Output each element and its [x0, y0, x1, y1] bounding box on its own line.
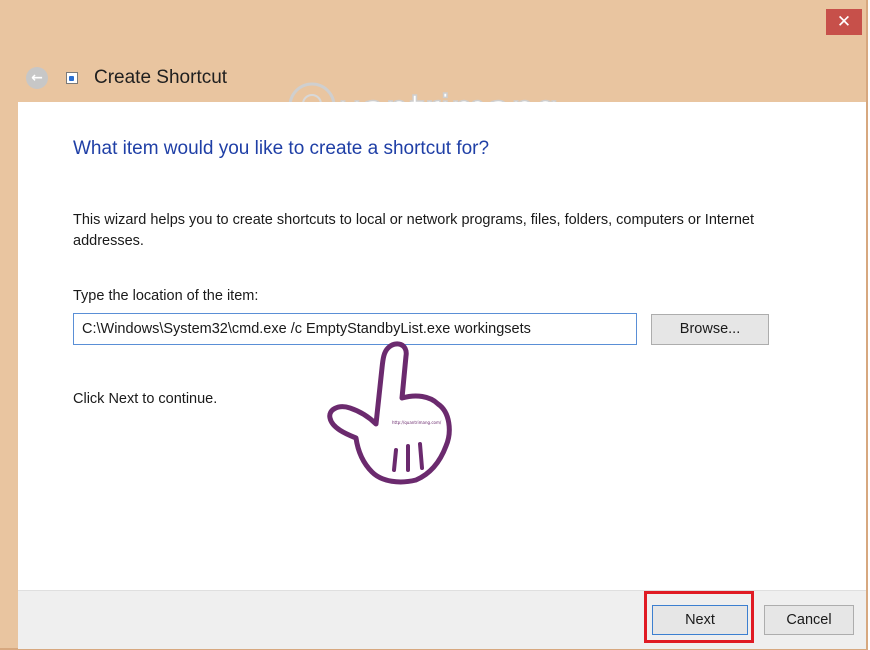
close-button[interactable]: ✕ [826, 9, 862, 35]
location-input[interactable] [73, 313, 637, 345]
location-label: Type the location of the item: [73, 288, 259, 304]
shortcut-icon [66, 72, 78, 84]
wizard-content: What item would you like to create a sho… [18, 102, 866, 590]
browse-button[interactable]: Browse... [651, 314, 769, 345]
back-button[interactable]: ← [26, 67, 48, 89]
page-heading: What item would you like to create a sho… [73, 138, 490, 159]
back-arrow-icon: ← [31, 70, 43, 86]
window-title: Create Shortcut [94, 67, 228, 88]
wizard-header: ← Create Shortcut [26, 64, 227, 92]
create-shortcut-window: ✕ ← Create Shortcut uantrimang What item… [0, 0, 868, 650]
cancel-button[interactable]: Cancel [764, 605, 854, 635]
close-icon: ✕ [836, 12, 852, 32]
next-button[interactable]: Next [652, 605, 748, 635]
continue-hint: Click Next to continue. [73, 391, 218, 407]
wizard-description: This wizard helps you to create shortcut… [73, 212, 754, 249]
wizard-footer: Next Cancel [18, 590, 866, 649]
